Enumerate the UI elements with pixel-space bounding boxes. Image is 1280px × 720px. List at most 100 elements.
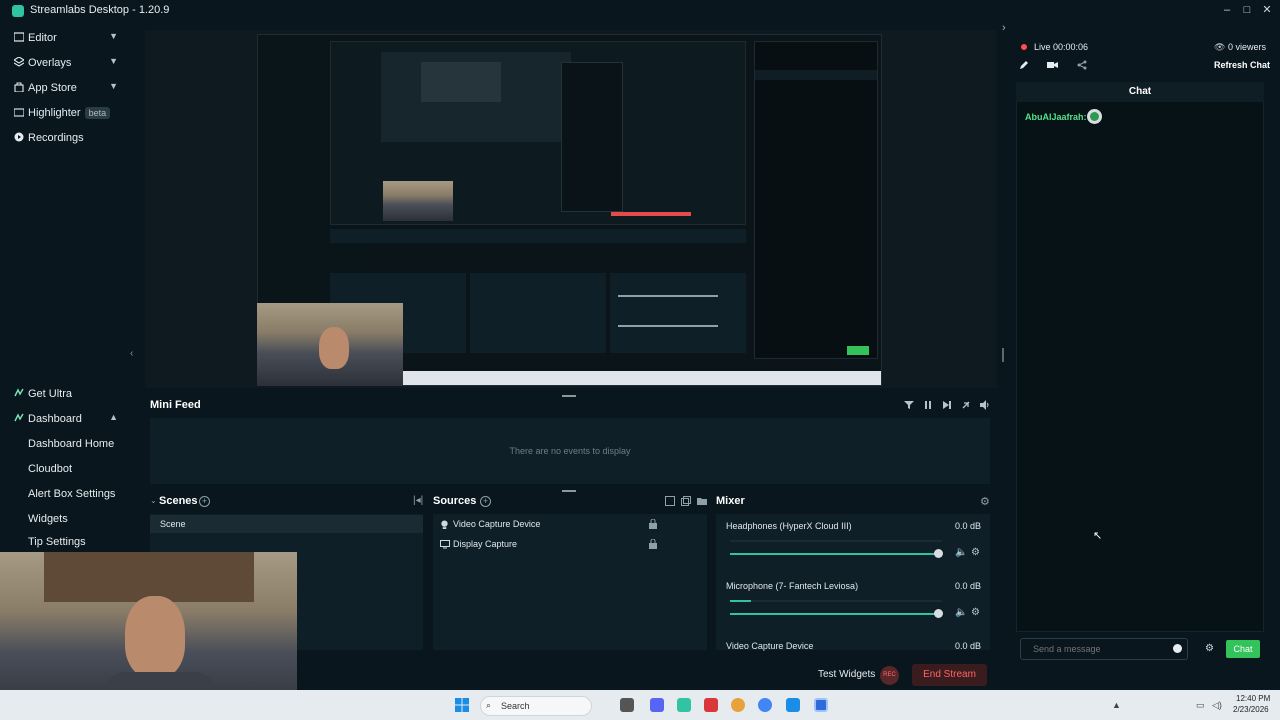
refresh-chat-button[interactable]: Refresh Chat [1214,60,1270,70]
chevron-down-icon[interactable]: ▼ [109,81,118,91]
volume-slider[interactable] [730,553,942,555]
gear-icon[interactable]: ⚙ [971,607,980,618]
speaker-icon[interactable]: 🔈 [955,607,967,618]
eye-icon: 👁 [1214,42,1226,52]
live-status: Live 00:00:06 [1034,42,1089,52]
network-icon[interactable]: ▭ [1196,700,1205,711]
drag-handle[interactable] [562,490,576,492]
scene-item[interactable]: Scene [150,515,423,533]
notes-app-icon[interactable] [786,698,800,712]
mute-alerts-icon[interactable] [961,400,971,410]
mixer-channel-db: 0.0 dB [955,581,982,591]
app-taskbar-icon[interactable] [704,698,718,712]
volume-slider[interactable] [730,613,942,615]
sidebar-item-editor[interactable]: Editor ▼ [0,26,130,50]
group-icon[interactable] [681,496,691,506]
filter-icon[interactable] [904,400,914,410]
source-item-label: Video Capture Device [453,519,541,529]
add-source-button[interactable]: + [480,496,491,507]
resize-handle[interactable] [1002,348,1004,362]
file-explorer-icon[interactable] [620,698,634,712]
gear-icon[interactable]: ⚙ [971,547,980,558]
chevron-down-icon[interactable]: ▼ [109,31,118,41]
drag-handle[interactable] [562,395,576,397]
speaker-icon[interactable]: 🔈 [955,547,967,558]
chrome-icon[interactable] [731,698,745,712]
highlighter-icon [14,108,24,117]
chat-message-user[interactable]: AbuAlJaafrah: [1025,112,1087,122]
sidebar-subitem-alert-box-settings[interactable]: Alert Box Settings [28,488,115,500]
chevron-down-icon[interactable]: ▼ [109,56,118,66]
lock-icon[interactable] [649,519,657,529]
maximize-button[interactable]: □ [1240,3,1254,17]
discord-icon[interactable] [650,698,664,712]
mixer-channel: Video Capture Device 0.0 dB [716,634,990,651]
speaker-tray-icon[interactable]: ◁) [1212,700,1222,711]
close-button[interactable]: ✕ [1260,3,1274,17]
share-icon[interactable] [1077,60,1087,70]
clock-time[interactable]: 12:40 PM [1236,694,1270,703]
active-app-icon[interactable] [814,698,828,712]
windows-start-icon[interactable] [455,698,469,712]
wall-plaque [44,552,254,602]
volume-meter [730,600,942,602]
chrome-profile-icon[interactable] [758,698,772,712]
scene-transitions-icon[interactable]: |◂| [413,495,423,506]
nested-chat [754,41,878,359]
volume-slider-knob[interactable] [934,609,943,618]
record-button[interactable]: REC [880,666,899,685]
sidebar-item-label: Get Ultra [28,388,73,400]
sidebar-item-overlays[interactable]: Overlays ▼ [0,51,130,75]
mixer-channel-name: Microphone (7- Fantech Leviosa) [726,581,859,591]
sidebar-item-highlighter[interactable]: Highlighter beta [0,101,130,125]
chat-panel [1016,82,1264,632]
mixer-settings-gear-icon[interactable]: ⚙ [980,495,990,508]
sidebar-subitem-widgets[interactable]: Widgets [28,513,68,525]
source-item[interactable]: Display Capture [433,536,707,554]
edit-pencil-icon[interactable] [1019,60,1029,70]
live-indicator-icon [1021,44,1027,50]
streamlabs-taskbar-icon[interactable] [677,698,691,712]
test-widgets-button[interactable]: Test Widgets [818,669,875,680]
sidebar-item-app-store[interactable]: App Store ▼ [0,76,130,100]
mixer-channel-name: Video Capture Device [726,641,814,651]
tray-chevron-up-icon[interactable]: ▲ [1112,700,1121,710]
pause-icon[interactable] [923,400,933,410]
sidebar-subitem-cloudbot[interactable]: Cloudbot [28,463,72,475]
sidebar-item-get-ultra[interactable]: Get Ultra [0,382,130,406]
volume-slider-knob[interactable] [934,549,943,558]
volume-icon[interactable] [980,400,990,410]
sidebar-subitem-dashboard-home[interactable]: Dashboard Home [28,438,114,450]
chevron-up-icon[interactable]: ▲ [109,412,118,422]
collapse-scenes-icon[interactable]: ⌄ [150,496,157,505]
minimize-button[interactable]: – [1220,3,1234,17]
sidebar-item-label: Recordings [28,132,84,144]
lock-icon[interactable] [649,539,657,549]
taskbar-search[interactable]: ⌕ Search [480,696,592,716]
mouse-cursor-icon: ↖ [1093,530,1103,542]
skip-icon[interactable] [942,400,952,410]
dashboard-icon [14,413,24,422]
layout-icon[interactable] [665,496,675,506]
sidebar-subitem-tip-settings[interactable]: Tip Settings [28,536,86,548]
add-scene-button[interactable]: + [199,496,210,507]
beta-badge: beta [84,107,111,119]
source-item[interactable]: Video Capture Device [433,516,707,534]
chat-settings-gear-icon[interactable]: ⚙ [1205,643,1214,654]
folder-icon[interactable] [697,496,707,506]
video-camera-icon[interactable] [1047,60,1058,70]
chevron-right-icon[interactable]: › [1002,22,1006,34]
store-icon [14,82,24,92]
recordings-icon [14,132,24,142]
emoji-icon[interactable] [1173,644,1182,653]
windows-taskbar [0,690,1280,720]
sidebar-item-dashboard[interactable]: Dashboard ▲ [0,407,130,431]
sidebar-item-label: Dashboard [28,413,82,425]
chat-message-input[interactable] [1020,638,1188,660]
sidebar-item-recordings[interactable]: Recordings [0,126,130,150]
end-stream-button[interactable]: End Stream [912,664,987,686]
mixer-title: Mixer [716,495,745,507]
chat-send-button[interactable]: Chat [1226,640,1260,658]
collapse-sidebar-icon[interactable]: ‹ [130,348,133,359]
clock-date[interactable]: 2/23/2026 [1233,705,1269,714]
